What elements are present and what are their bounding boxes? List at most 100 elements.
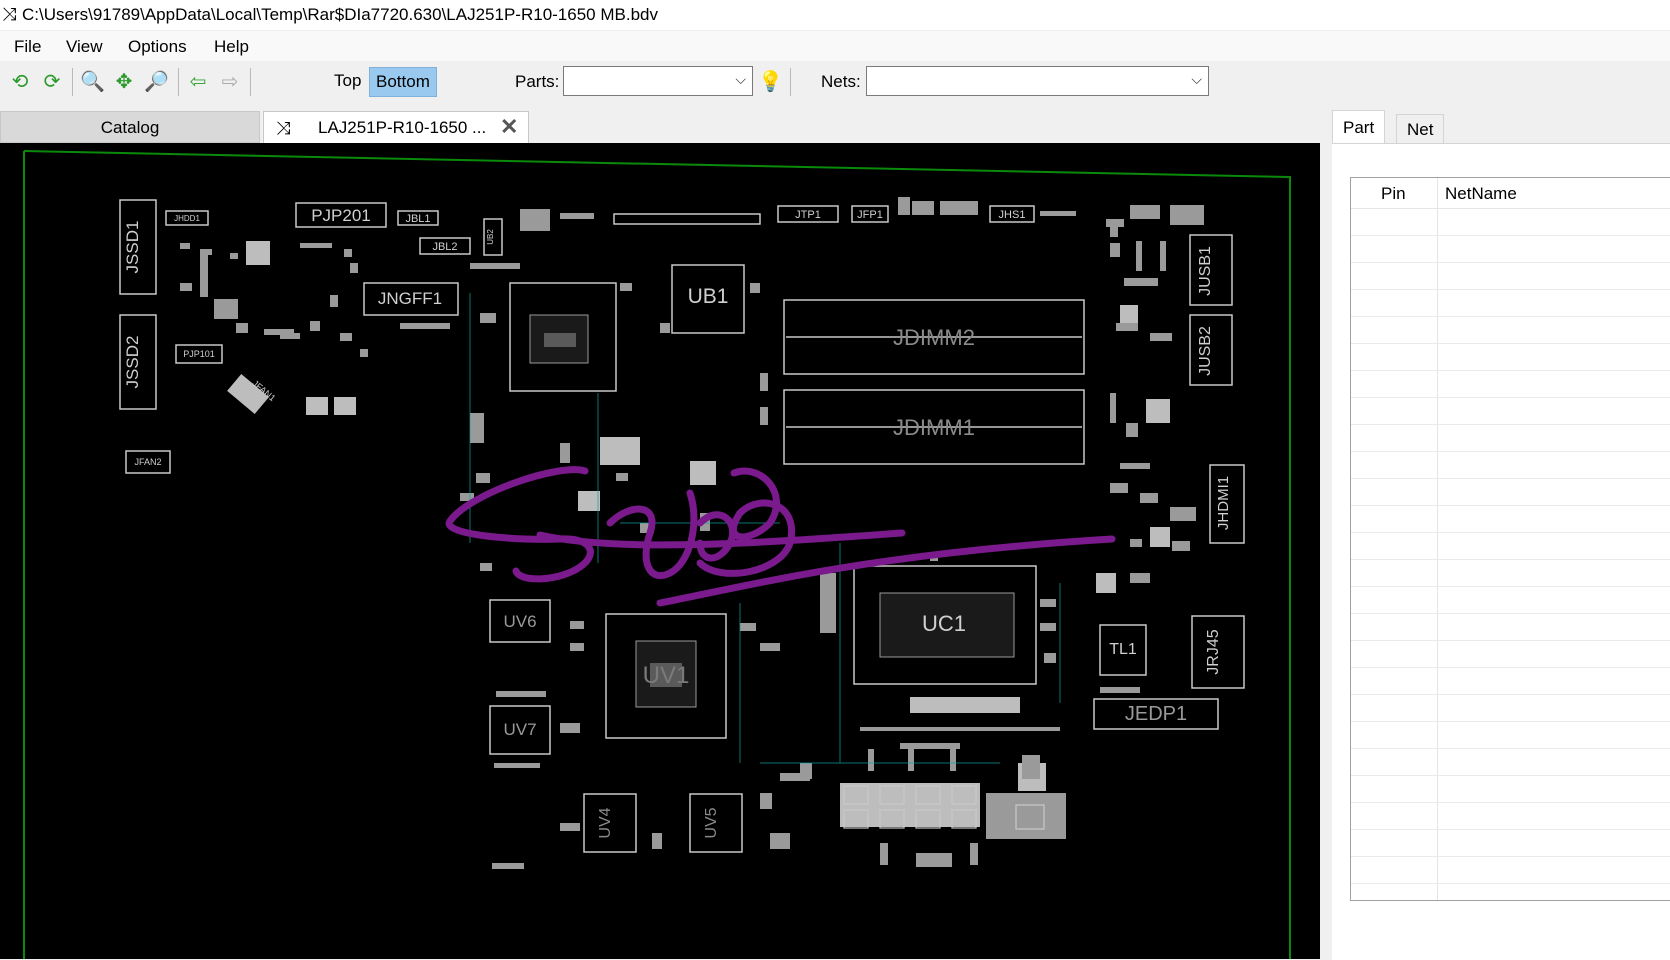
- grid-row-line: [1351, 829, 1670, 830]
- grid-row-line: [1351, 505, 1670, 506]
- grid-row-line: [1351, 559, 1670, 560]
- toolbar-separator: [72, 68, 73, 96]
- label-JBL1: JBL1: [405, 213, 430, 225]
- label-JSSD2: JSSD2: [123, 336, 142, 389]
- grid-row-line: [1351, 532, 1670, 533]
- menu-file[interactable]: File: [14, 37, 41, 57]
- pin-net-grid[interactable]: Pin NetName: [1350, 177, 1670, 901]
- label-JNGFF1: JNGFF1: [378, 289, 442, 308]
- label-PJP201: PJP201: [311, 206, 371, 225]
- bottom-side-button[interactable]: Bottom: [369, 67, 437, 97]
- label-UB2: UB2: [486, 229, 495, 245]
- label-JBL2: JBL2: [432, 241, 457, 253]
- label-UB1: UB1: [688, 285, 729, 308]
- column-pin[interactable]: Pin: [1381, 184, 1406, 204]
- label-JSSD1: JSSD1: [123, 221, 142, 274]
- grid-row-line: [1351, 748, 1670, 749]
- grid-row-line: [1351, 262, 1670, 263]
- column-netname[interactable]: NetName: [1445, 184, 1517, 204]
- label-JUSB2: JUSB2: [1197, 326, 1214, 376]
- grid-row-line: [1351, 613, 1670, 614]
- chevron-down-icon: ⌵: [735, 71, 746, 87]
- label-JEDP1: JEDP1: [1125, 703, 1187, 725]
- shuffle-icon: ⤨: [276, 118, 291, 138]
- toolbar-separator: [178, 68, 179, 96]
- menu-bar: File View Options Help: [0, 31, 1670, 61]
- label-UV1: UV1: [643, 662, 690, 689]
- grid-row-line: [1351, 856, 1670, 857]
- tab-catalog[interactable]: Catalog: [0, 111, 260, 143]
- label-JHDMI1: JHDMI1: [1215, 476, 1232, 530]
- grid-row-line: [1351, 289, 1670, 290]
- label-JTP1: JTP1: [795, 209, 821, 221]
- label-JHDD1: JHDD1: [174, 214, 200, 223]
- window-title: C:\Users\91789\AppData\Local\Temp\Rar$DI…: [22, 5, 658, 24]
- grid-row-line: [1351, 802, 1670, 803]
- grid-row-line: [1351, 370, 1670, 371]
- top-side-button[interactable]: Top: [328, 67, 367, 95]
- zoom-in-icon[interactable]: 🔎: [144, 70, 169, 94]
- refresh-icon[interactable]: ⟲: [8, 70, 32, 94]
- grid-row-line: [1351, 478, 1670, 479]
- grid-row-line: [1351, 694, 1670, 695]
- toolbar-separator: [790, 68, 791, 96]
- fit-icon[interactable]: ✥: [112, 70, 136, 94]
- label-JDIMM2: JDIMM2: [893, 325, 975, 350]
- title-bar: ⤨ C:\Users\91789\AppData\Local\Temp\Rar$…: [0, 0, 1670, 30]
- grid-row-line: [1351, 775, 1670, 776]
- close-icon[interactable]: ✕: [500, 111, 518, 143]
- label-JFP1: JFP1: [857, 209, 883, 221]
- label-JRJ45: JRJ45: [1205, 629, 1222, 674]
- chevron-down-icon: ⌵: [1191, 71, 1202, 87]
- forward-arrow-icon[interactable]: ⇨: [218, 70, 242, 94]
- board-drawing: PJP201 JSSD1 JSSD2 JNGFF1 UB1 JDIMM2 JDI…: [23, 150, 1291, 959]
- grid-row-line: [1351, 667, 1670, 668]
- label-UC1: UC1: [922, 611, 966, 636]
- parts-label: Parts:: [515, 72, 560, 91]
- grid-row-line: [1351, 451, 1670, 452]
- board-canvas[interactable]: PJP201 JSSD1 JSSD2 JNGFF1 UB1 JDIMM2 JDI…: [0, 143, 1320, 959]
- tab-document-label: LAJ251P-R10-1650 ...: [318, 118, 487, 137]
- grid-column-divider: [1437, 178, 1438, 900]
- zoom-out-icon[interactable]: 🔍: [80, 70, 105, 94]
- tab-document[interactable]: ⤨ LAJ251P-R10-1650 ... ✕: [263, 111, 529, 143]
- grid-row-line: [1351, 883, 1670, 884]
- grid-row-line: [1351, 397, 1670, 398]
- signature-annotation: [445, 466, 1116, 607]
- toolbar-separator: [250, 68, 251, 96]
- shuffle-icon: ⤨: [2, 4, 17, 24]
- back-arrow-icon[interactable]: ⇦: [186, 70, 210, 94]
- label-UV4: UV4: [597, 807, 614, 838]
- grid-row-line: [1351, 586, 1670, 587]
- toolbar: ⟲ ⟳ 🔍 ✥ 🔎 ⇦ ⇨ Top Bottom Parts: ⌵ 💡 Nets…: [0, 62, 1670, 102]
- label-JUSB1: JUSB1: [1197, 246, 1214, 296]
- label-JFAN2: JFAN2: [134, 457, 161, 467]
- tab-part[interactable]: Part: [1332, 110, 1386, 144]
- label-UV7: UV7: [503, 720, 536, 739]
- tab-net[interactable]: Net: [1396, 114, 1445, 144]
- grid-header: Pin NetName: [1351, 178, 1670, 209]
- grid-row-line: [1351, 235, 1670, 236]
- grid-row-line: [1351, 424, 1670, 425]
- document-tabs: Catalog ⤨ LAJ251P-R10-1650 ... ✕: [0, 108, 1330, 144]
- label-PJP101: PJP101: [183, 349, 215, 359]
- label-TL1: TL1: [1109, 641, 1137, 658]
- nets-label: Nets:: [821, 72, 861, 91]
- label-JHS1: JHS1: [999, 209, 1026, 221]
- details-panel: Part Net Pin NetName: [1330, 108, 1670, 960]
- reload-icon[interactable]: ⟳: [40, 70, 64, 94]
- menu-help[interactable]: Help: [214, 37, 249, 57]
- label-JDIMM1: JDIMM1: [893, 415, 975, 440]
- nets-combo[interactable]: ⌵: [866, 66, 1209, 96]
- label-UV6: UV6: [503, 612, 536, 631]
- grid-row-line: [1351, 721, 1670, 722]
- grid-row-line: [1351, 316, 1670, 317]
- grid-row-line: [1351, 640, 1670, 641]
- label-UV5: UV5: [703, 807, 720, 838]
- menu-options[interactable]: Options: [128, 37, 187, 57]
- menu-view[interactable]: View: [66, 37, 103, 57]
- details-body: Pin NetName: [1332, 143, 1670, 960]
- bulb-icon[interactable]: 💡: [758, 70, 783, 94]
- parts-combo[interactable]: ⌵: [563, 66, 753, 96]
- grid-row-line: [1351, 343, 1670, 344]
